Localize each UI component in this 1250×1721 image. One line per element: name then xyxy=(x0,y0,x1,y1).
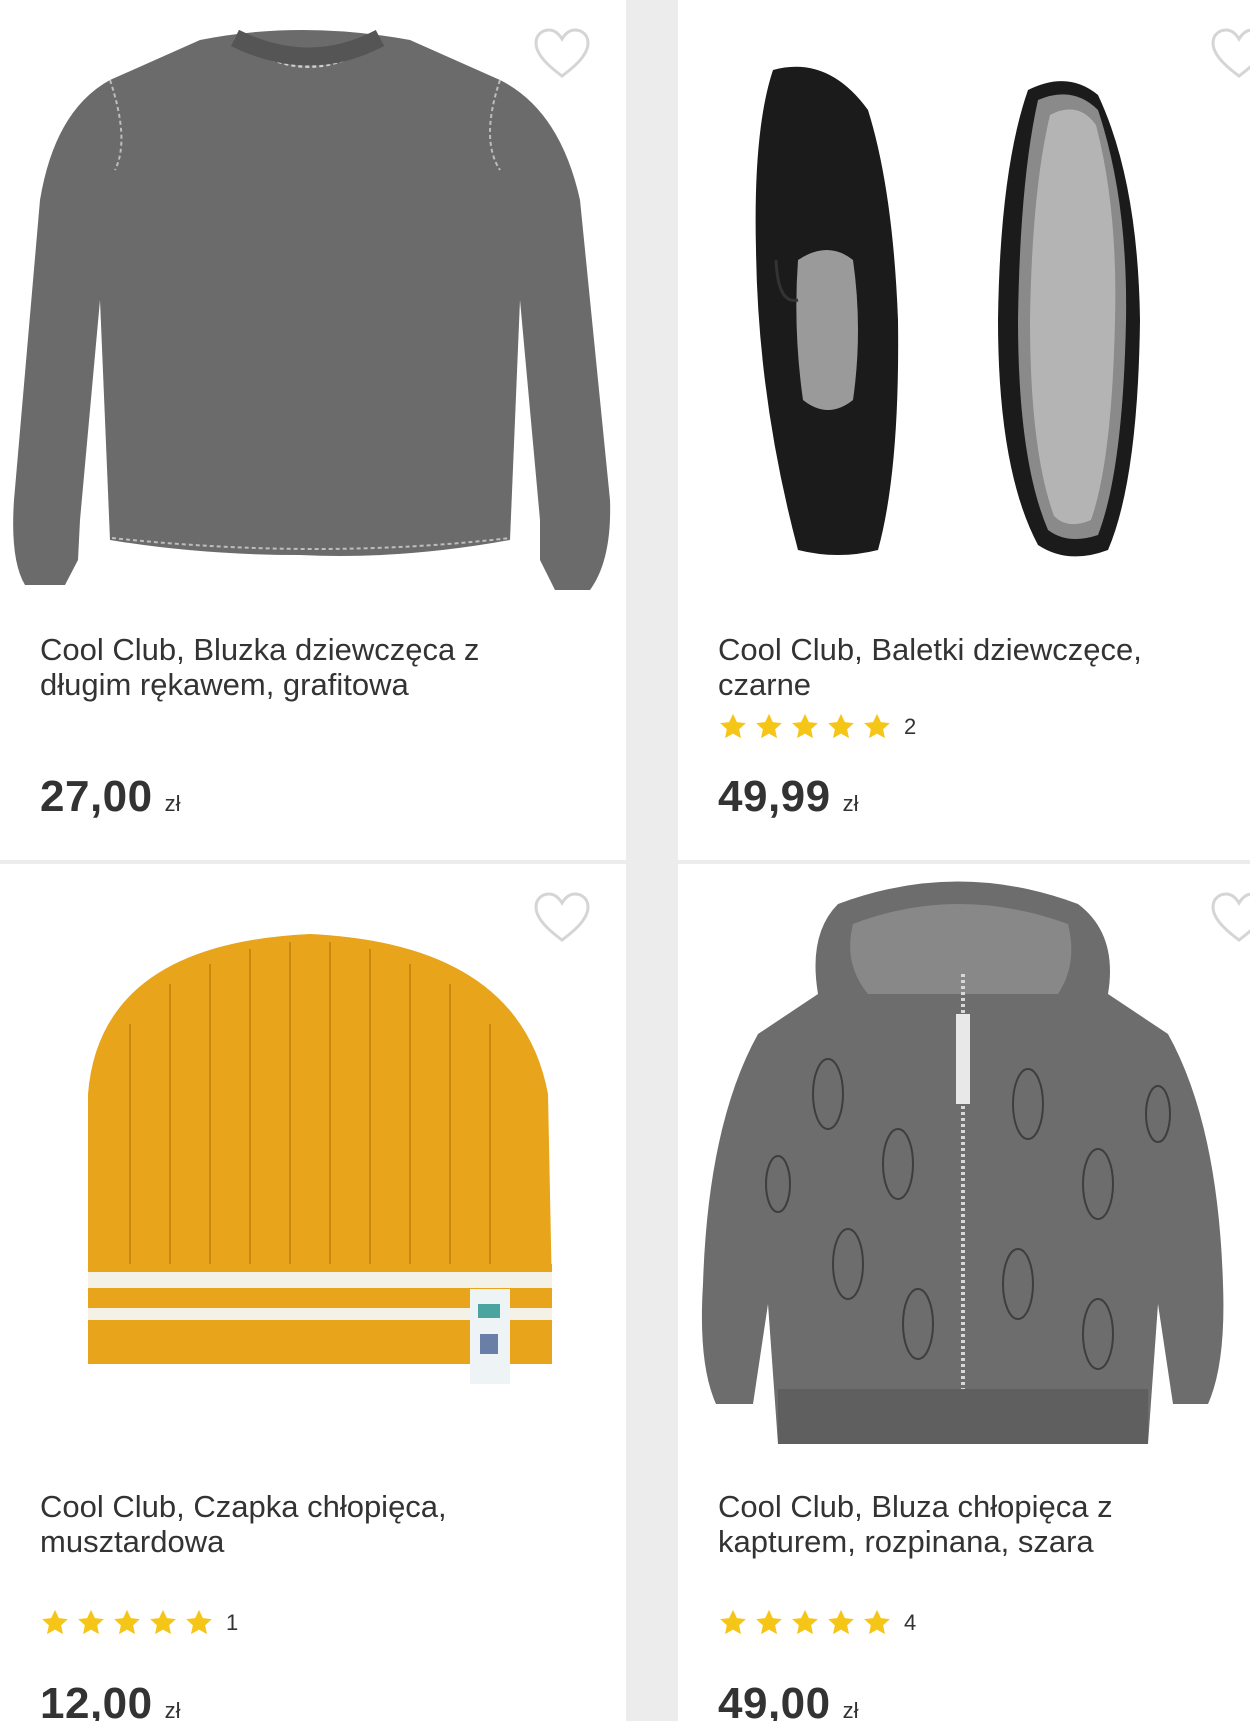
star-icon xyxy=(720,713,746,739)
price-currency: zł xyxy=(842,791,859,816)
star-icon xyxy=(828,713,854,739)
star-icon xyxy=(720,1609,746,1635)
heart-icon[interactable] xyxy=(533,892,591,944)
product-name[interactable]: Cool Club, Bluza chłopięca z kapturem, r… xyxy=(718,1489,1238,1559)
heart-icon[interactable] xyxy=(1210,28,1250,80)
rating: 2 xyxy=(718,712,916,742)
product-card[interactable]: Cool Club, Bluzka dziewczęca z długim rę… xyxy=(0,0,626,860)
star-icon xyxy=(114,1609,140,1635)
product-price: 12,00 zł xyxy=(40,1679,181,1721)
rating-count: 4 xyxy=(904,1610,917,1635)
price-currency: zł xyxy=(164,791,181,816)
star-icon xyxy=(828,1609,854,1635)
product-image[interactable] xyxy=(0,864,626,1464)
price-amount: 49,00 xyxy=(718,1679,831,1721)
star-icon xyxy=(186,1609,212,1635)
rating-count: 1 xyxy=(226,1610,239,1635)
star-icon xyxy=(864,1609,890,1635)
price-amount: 27,00 xyxy=(40,772,153,821)
product-price: 49,99 zł xyxy=(718,772,859,822)
product-price: 27,00 zł xyxy=(40,772,181,822)
product-price: 49,00 zł xyxy=(718,1679,859,1721)
star-icon xyxy=(756,1609,782,1635)
rating: 1 xyxy=(40,1608,238,1638)
product-image[interactable] xyxy=(0,0,626,600)
rating-count: 2 xyxy=(904,714,917,739)
price-amount: 49,99 xyxy=(718,772,831,821)
heart-icon[interactable] xyxy=(1210,892,1250,944)
rating: 4 xyxy=(718,1608,916,1638)
product-card[interactable]: Cool Club, Czapka chłopięca, musztardowa… xyxy=(0,864,626,1721)
price-currency: zł xyxy=(164,1698,181,1721)
price-amount: 12,00 xyxy=(40,1679,153,1721)
star-icon xyxy=(792,1609,818,1635)
product-card[interactable]: Cool Club, Bluza chłopięca z kapturem, r… xyxy=(678,864,1250,1721)
product-card[interactable]: Cool Club, Baletki dziewczęce, czarne 2 … xyxy=(678,0,1250,860)
product-image[interactable] xyxy=(678,0,1250,600)
star-icon xyxy=(78,1609,104,1635)
star-icon xyxy=(150,1609,176,1635)
star-icon xyxy=(42,1609,68,1635)
price-currency: zł xyxy=(842,1698,859,1721)
star-icon xyxy=(756,713,782,739)
heart-icon[interactable] xyxy=(533,28,591,80)
product-image[interactable] xyxy=(678,864,1250,1464)
star-icon xyxy=(792,713,818,739)
product-name[interactable]: Cool Club, Baletki dziewczęce, czarne xyxy=(718,632,1238,702)
product-name[interactable]: Cool Club, Bluzka dziewczęca z długim rę… xyxy=(40,632,560,702)
star-icon xyxy=(864,713,890,739)
product-name[interactable]: Cool Club, Czapka chłopięca, musztardowa xyxy=(40,1489,560,1559)
